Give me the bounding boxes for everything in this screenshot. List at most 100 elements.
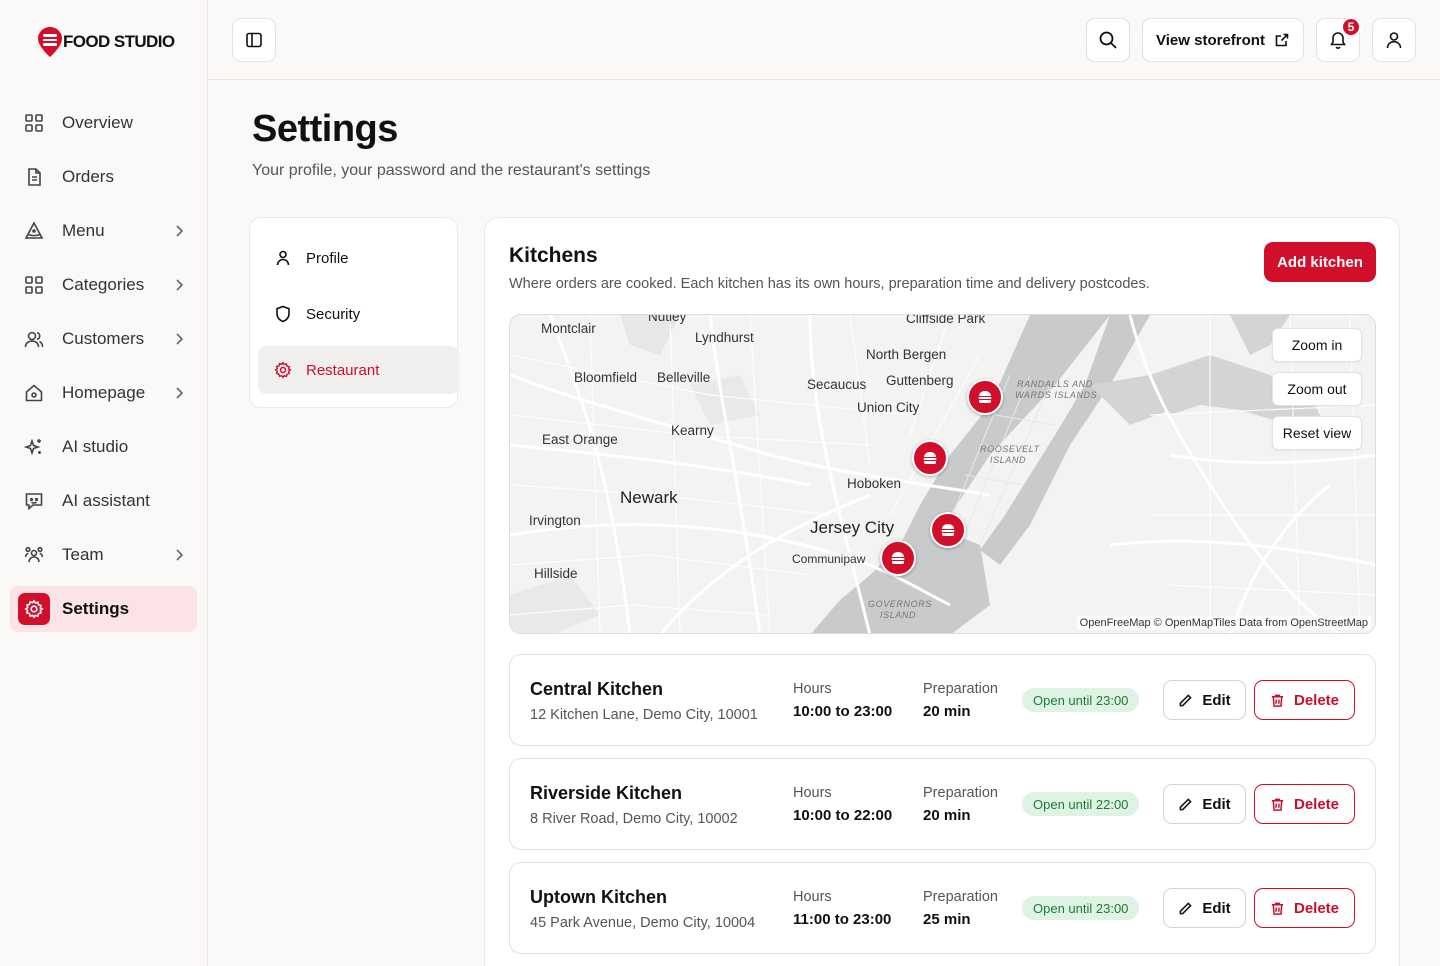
document-icon [28,168,41,186]
sidebar-item-customers[interactable]: Customers [10,316,197,362]
status-badge: Open until 22:00 [1022,792,1140,816]
sidebar-item-label: Homepage [62,383,146,402]
search-button[interactable] [1086,18,1130,62]
map-place-label: Hillside [534,566,578,581]
sidebar-item-homepage[interactable]: Homepage [10,370,197,416]
preparation-label: Preparation [923,785,998,801]
kitchen-map-marker[interactable] [912,440,948,476]
hours-label: Hours [793,785,832,801]
kitchen-name: Uptown Kitchen [530,887,667,907]
hours-label: Hours [793,681,832,697]
kitchens-subtitle: Where orders are cooked. Each kitchen ha… [509,276,1150,292]
user-icon [1386,32,1402,49]
team-icon [24,546,44,563]
chat-bot-icon [25,493,43,511]
sidebar-toggle-button[interactable] [232,18,276,62]
pizza-slice-icon [24,221,44,239]
map-background [510,315,1375,633]
sidebar: FOOD STUDIO Overview Orders Menu Categor… [0,0,208,966]
kitchen-prep-time: 20 min [923,703,971,720]
brand-logo[interactable]: FOOD STUDIO [38,27,175,57]
map-place-label: Secaucus [807,377,867,392]
sidebar-item-menu[interactable]: Menu [10,208,197,254]
notifications-button[interactable]: 5 [1316,17,1361,62]
view-storefront-button[interactable]: View storefront [1142,18,1304,62]
external-link-icon [1275,33,1289,47]
preparation-label: Preparation [923,681,998,697]
pencil-icon [1179,797,1193,810]
map-place-label: Nutley [648,314,687,324]
page-title: Settings [252,108,398,150]
add-kitchen-button[interactable]: Add kitchen [1264,242,1376,282]
edit-label: Edit [1202,691,1231,709]
pencil-icon [1179,693,1193,706]
edit-kitchen-button[interactable]: Edit [1163,680,1246,720]
map-attribution[interactable]: OpenFreeMap © OpenMapTiles Data from Ope… [1076,616,1371,630]
sidebar-item-label: AI studio [62,437,129,456]
status-badge: Open until 23:00 [1022,896,1140,920]
burger-icon [891,552,905,564]
edit-kitchen-button[interactable]: Edit [1163,784,1246,824]
subnav-item-profile[interactable]: Profile [258,234,459,282]
sidebar-item-overview[interactable]: Overview [10,100,197,146]
map-place-label: Union City [857,400,920,415]
sidebar-item-orders[interactable]: Orders [10,154,197,200]
map-place-label: ISLAND [990,455,1027,465]
kitchen-map-marker[interactable] [967,379,1003,415]
settings-icon-box [18,593,50,625]
brand-name: FOOD STUDIO [63,32,175,51]
subnav-item-label: Security [306,305,361,323]
map-place-label: Montclair [541,321,596,336]
reset-view-button[interactable]: Reset view [1272,416,1362,450]
zoom-out-button[interactable]: Zoom out [1272,372,1362,406]
kitchen-map-marker[interactable] [930,512,966,548]
delete-label: Delete [1293,795,1340,813]
map-place-label: Irvington [529,513,581,528]
delete-kitchen-button[interactable]: Delete [1254,680,1355,720]
edit-kitchen-button[interactable]: Edit [1163,888,1246,928]
subnav-item-label: Profile [306,249,349,267]
map-place-label: Bloomfield [574,370,638,385]
sparkles-icon [24,438,41,456]
map-place-label: ISLAND [880,610,917,620]
map-place-label: GOVERNORS [868,599,932,609]
sidebar-item-settings[interactable]: Settings [10,586,197,632]
sidebar-item-label: AI assistant [62,491,150,510]
zoom-in-button[interactable]: Zoom in [1272,328,1362,362]
subnav-item-security[interactable]: Security [258,290,459,338]
trash-icon [1271,902,1284,915]
sidebar-item-categories[interactable]: Categories [10,262,197,308]
gear-icon [274,361,292,379]
sidebar-item-label: Menu [62,221,105,240]
map-place-label: Newark [620,488,678,507]
sidebar-item-team[interactable]: Team [10,532,197,578]
kitchen-map-marker[interactable] [880,540,916,576]
map-place-label: Hoboken [847,476,902,491]
trash-icon [1271,798,1284,811]
sidebar-item-label: Overview [62,113,133,132]
chevron-right-icon [176,225,184,237]
map-place-label: Jersey City [810,518,895,537]
kitchens-map[interactable]: Nutley Cliffside Park Montclair Lyndhurs… [509,314,1376,634]
map-place-label: Communipaw [792,552,866,566]
kitchen-name: Central Kitchen [530,679,664,699]
map-place-label: ROOSEVELT [980,444,1040,454]
chevron-right-icon [176,549,184,561]
delete-kitchen-button[interactable]: Delete [1254,888,1355,928]
sidebar-item-ai-studio[interactable]: AI studio [10,424,197,470]
sidebar-item-ai-assistant[interactable]: AI assistant [10,478,197,524]
sidebar-item-label: Categories [62,275,145,294]
user-menu-button[interactable] [1372,18,1416,62]
kitchen-hours: 10:00 to 22:00 [793,807,893,824]
sidebar-item-label: Customers [62,329,145,348]
subnav-item-restaurant[interactable]: Restaurant [258,346,459,394]
delete-kitchen-button[interactable]: Delete [1254,784,1355,824]
location-pin-logo-icon [38,27,62,57]
kitchen-row: Riverside Kitchen 8 River Road, Demo Cit… [509,758,1376,850]
kitchens-card: Kitchens Where orders are cooked. Each k… [484,217,1400,966]
sidebar-item-label: Settings [62,599,130,618]
home-icon [25,384,43,402]
kitchen-address: 45 Park Avenue, Demo City, 10004 [530,915,756,931]
edit-label: Edit [1202,899,1231,917]
sidebar-item-label: Orders [62,167,114,186]
